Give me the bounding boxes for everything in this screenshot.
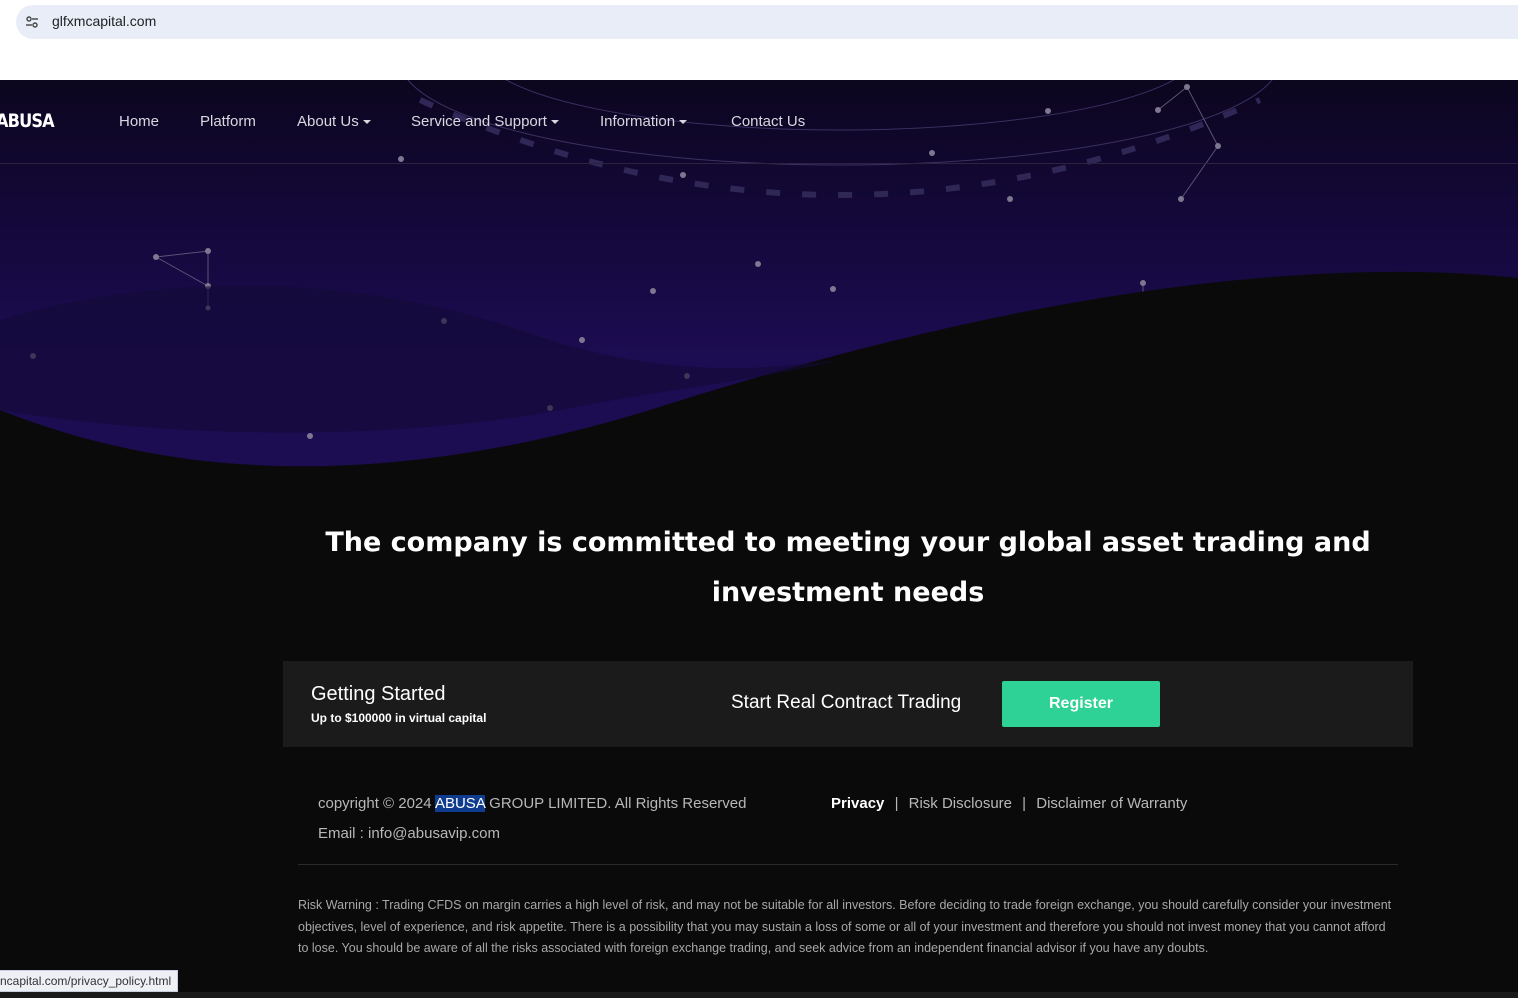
nav-item-about-us[interactable]: About Us — [297, 113, 371, 130]
register-button[interactable]: Register — [1002, 681, 1160, 727]
copyright-suffix: GROUP LIMITED. All Rights Reserved — [485, 795, 747, 812]
caret-down-icon — [362, 120, 371, 125]
cta-subtitle: Up to $100000 in virtual capital — [311, 711, 487, 725]
risk-disclosure-link[interactable]: Risk Disclosure — [909, 795, 1012, 812]
caret-down-icon — [679, 120, 688, 125]
browser-chrome: glfxmcapital.com — [0, 0, 1518, 80]
nav-item-contact-us[interactable]: Contact Us — [731, 113, 805, 130]
copyright-prefix: copyright © 2024 — [318, 795, 435, 812]
cta-middle-text: Start Real Contract Trading — [731, 692, 962, 713]
cta-title: Getting Started — [311, 683, 446, 705]
privacy-link[interactable]: Privacy — [831, 795, 884, 812]
nav-item-service-and-support[interactable]: Service and Support — [411, 113, 559, 130]
hero-headline: The company is committed to meeting your… — [325, 527, 1371, 608]
link-status-bar: ncapital.com/privacy_policy.html — [0, 970, 179, 992]
copyright-text: copyright © 2024 ABUSA GROUP LIMITED. Al… — [318, 795, 746, 812]
nav-item-label: Platform — [200, 113, 256, 130]
link-separator: | — [1022, 795, 1027, 812]
nav-item-information[interactable]: Information — [600, 113, 688, 130]
disclaimer-link[interactable]: Disclaimer of Warranty — [1036, 795, 1187, 812]
site-logo[interactable]: ABUSA — [0, 110, 55, 132]
window-bottom-edge — [0, 992, 1518, 998]
nav-item-label: About Us — [297, 113, 359, 130]
nav-item-label: Service and Support — [411, 113, 547, 130]
site-settings-icon[interactable] — [24, 14, 40, 30]
nav-item-label: Contact Us — [731, 113, 806, 130]
nav-item-label: Information — [600, 113, 676, 130]
footer-links: Privacy | Risk Disclosure | Disclaimer o… — [831, 795, 1187, 812]
getting-started-bar: Getting Started Up to $100000 in virtual… — [283, 661, 1413, 747]
web-page: ABUSA Home Platform About Us Service and… — [0, 80, 1518, 998]
main-nav: ABUSA Home Platform About Us Service and… — [0, 80, 1518, 164]
copyright-brand: ABUSA — [434, 795, 485, 812]
url-text[interactable]: glfxmcapital.com — [52, 13, 156, 29]
nav-item-home[interactable]: Home — [119, 113, 159, 130]
caret-down-icon — [550, 120, 559, 125]
nav-item-platform[interactable]: Platform — [200, 113, 256, 130]
footer-divider — [298, 864, 1398, 865]
nav-item-label: Home — [119, 113, 160, 130]
address-bar[interactable]: glfxmcapital.com — [16, 5, 1518, 39]
footer-email: Email : info@abusavip.com — [318, 825, 500, 842]
link-separator: | — [894, 795, 899, 812]
risk-warning: Risk Warning : Trading CFDS on margin ca… — [298, 898, 1392, 955]
